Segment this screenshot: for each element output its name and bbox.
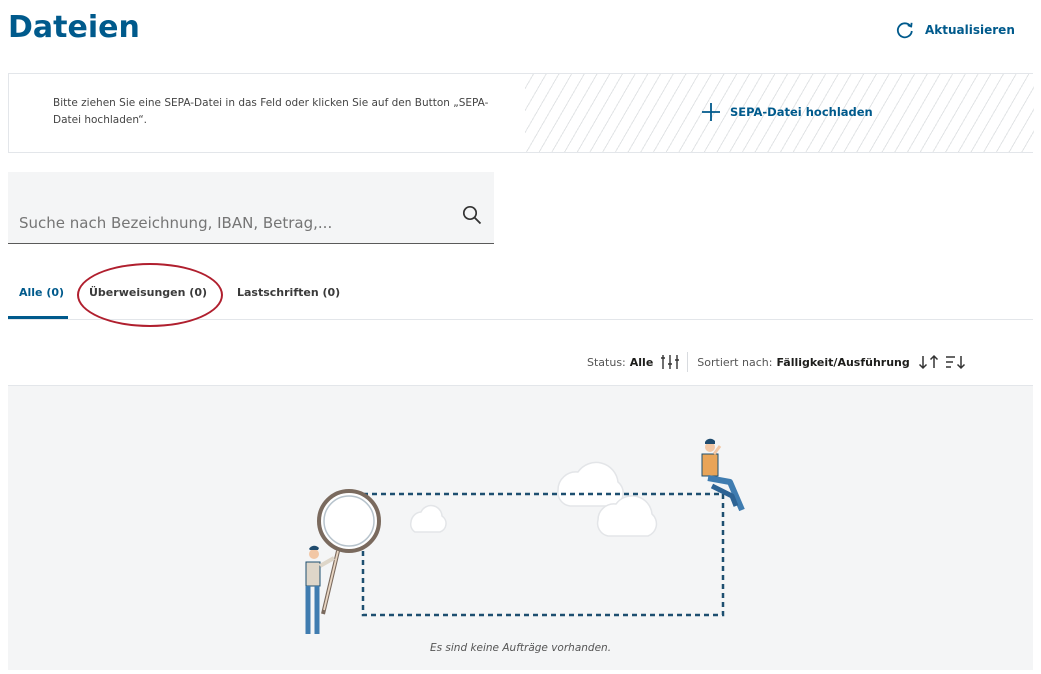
- sort-arrows-icon[interactable]: [918, 353, 940, 371]
- dropzone-hint: Bitte ziehen Sie eine SEPA-Datei in das …: [53, 97, 489, 126]
- filter-sliders-icon[interactable]: [660, 353, 680, 371]
- tab-all[interactable]: Alle (0): [19, 286, 64, 299]
- files-page: Dateien Aktualisieren Bitte ziehen Sie e…: [0, 0, 1041, 674]
- sort-value[interactable]: Fälligkeit/Ausführung: [776, 356, 909, 369]
- status-filter-value[interactable]: Alle: [630, 356, 654, 369]
- status-filter-label: Status:: [587, 355, 626, 369]
- empty-state-panel: Es sind keine Aufträge vorhanden.: [8, 385, 1033, 670]
- search-input[interactable]: [19, 214, 439, 232]
- refresh-button[interactable]: Aktualisieren: [895, 20, 1015, 40]
- search-field[interactable]: [8, 172, 494, 244]
- filter-separator: [687, 352, 689, 372]
- sort-list-icon[interactable]: [945, 353, 967, 371]
- sepa-dropzone[interactable]: Bitte ziehen Sie eine SEPA-Datei in das …: [8, 73, 1034, 153]
- annotation-highlight-circle: [77, 263, 223, 327]
- search-icon[interactable]: [462, 205, 482, 225]
- upload-sepa-button[interactable]: SEPA-Datei hochladen: [701, 102, 873, 122]
- refresh-label: Aktualisieren: [925, 23, 1015, 37]
- upload-button-label: SEPA-Datei hochladen: [730, 105, 873, 119]
- empty-state-illustration: [305, 438, 745, 634]
- active-tab-indicator: [8, 316, 68, 319]
- empty-state-message: Es sind keine Aufträge vorhanden.: [429, 642, 612, 654]
- sort-label: Sortiert nach:: [697, 355, 773, 369]
- plus-icon: [702, 103, 720, 121]
- refresh-icon: [896, 22, 913, 39]
- tab-direct-debits[interactable]: Lastschriften (0): [237, 286, 340, 299]
- page-title: Dateien: [8, 10, 140, 45]
- filter-sort-bar: Status: Alle Sortiert nach: Fälligkeit/A…: [587, 350, 967, 374]
